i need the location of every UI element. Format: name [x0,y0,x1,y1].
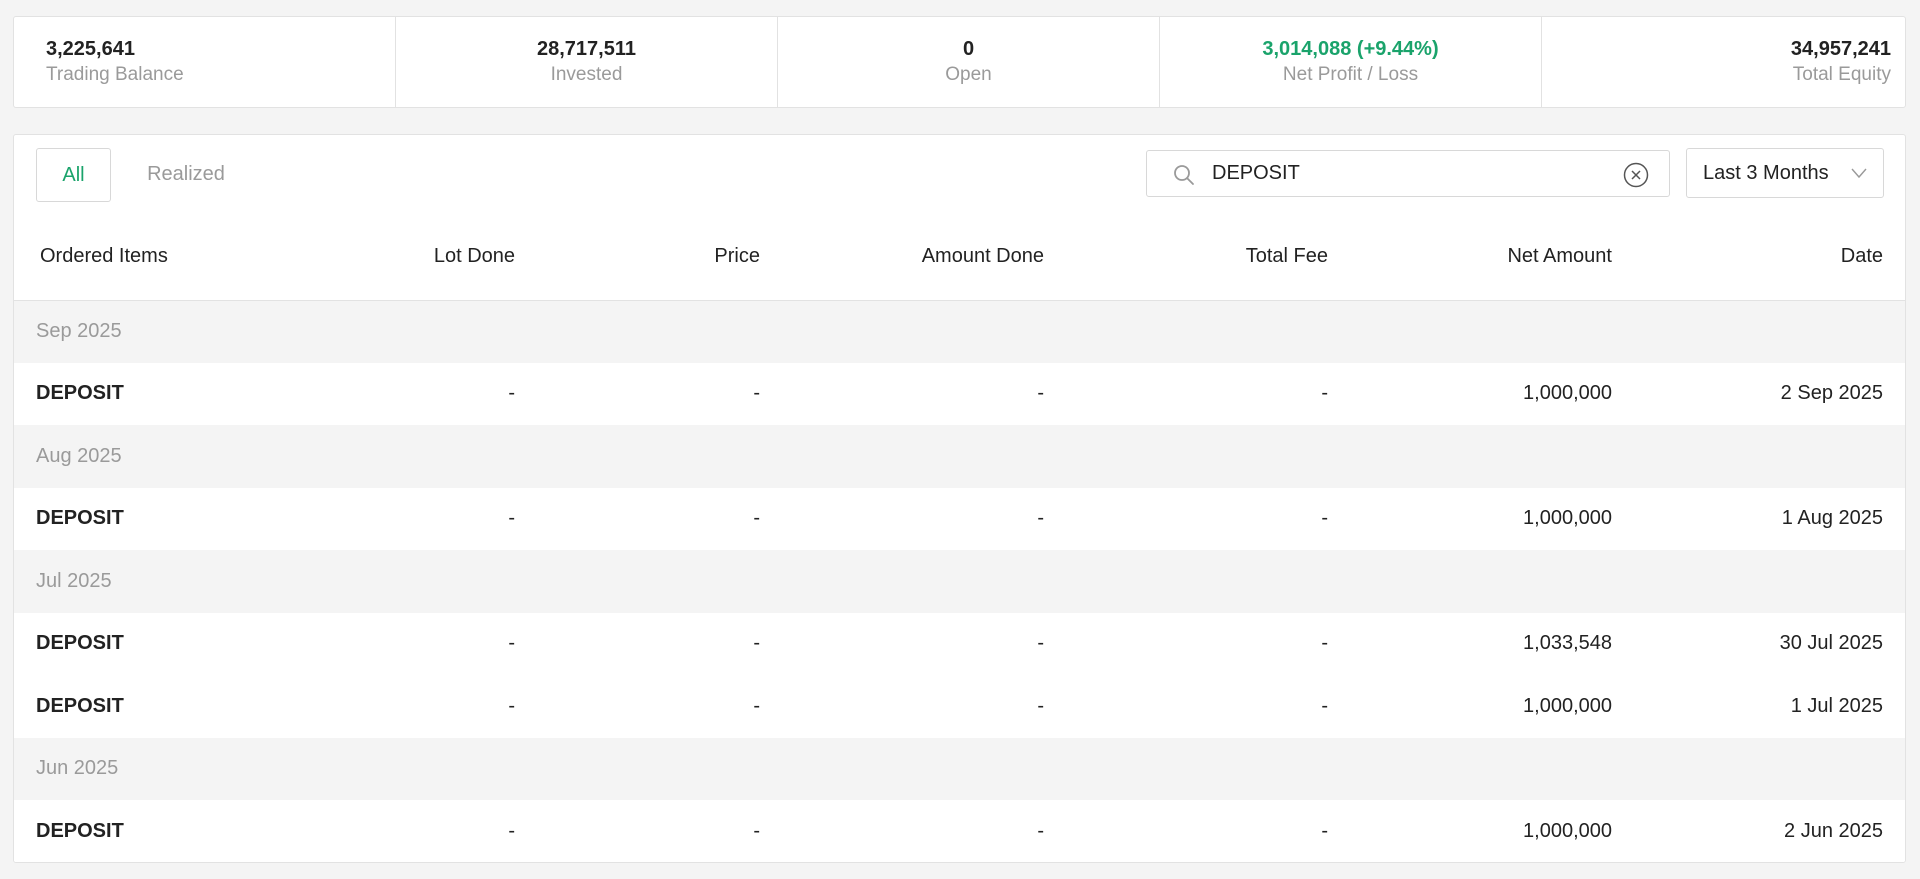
filter-toolbar: All Realized Last 3 Months [14,135,1905,213]
column-header-net-amount[interactable]: Net Amount [1352,213,1636,301]
amount-done-cell: - [784,612,1068,675]
total-equity-stat: 34,957,241 Total Equity [1542,17,1905,107]
invested-value: 28,717,511 [537,38,636,60]
price-cell: - [539,362,784,425]
lot-done-cell: - [239,800,539,862]
column-header-lot-done[interactable]: Lot Done [239,213,539,301]
month-label: Sep 2025 [14,300,1905,363]
date-cell: 30 Jul 2025 [1636,612,1905,675]
net-amount-cell: 1,000,000 [1352,675,1636,738]
month-group-header: Jul 2025 [14,550,1905,613]
open-value: 0 [962,38,975,60]
lot-done-cell: - [239,675,539,738]
open-label: Open [945,64,992,85]
search-box[interactable] [1146,150,1670,197]
amount-done-cell: - [784,800,1068,862]
table-row[interactable]: DEPOSIT - - - - 1,000,000 2 Sep 2025 [14,362,1905,425]
date-cell: 2 Sep 2025 [1636,362,1905,425]
table-row[interactable]: DEPOSIT - - - - 1,000,000 1 Jul 2025 [14,675,1905,738]
trading-balance-label: Trading Balance [46,64,184,85]
month-group-header: Sep 2025 [14,300,1905,363]
date-cell: 2 Jun 2025 [1636,800,1905,862]
column-header-date[interactable]: Date [1636,213,1905,301]
price-cell: - [539,800,784,862]
column-header-price[interactable]: Price [539,213,784,301]
lot-done-cell: - [239,612,539,675]
period-dropdown[interactable]: Last 3 Months [1686,148,1884,198]
price-cell: - [539,612,784,675]
net-amount-cell: 1,000,000 [1352,362,1636,425]
net-profit-loss-label: Net Profit / Loss [1282,64,1419,85]
total-fee-cell: - [1068,612,1352,675]
total-fee-cell: - [1068,487,1352,550]
net-amount-cell: 1,033,548 [1352,612,1636,675]
column-header-amount-done[interactable]: Amount Done [784,213,1068,301]
date-cell: 1 Jul 2025 [1636,675,1905,738]
month-group-header: Jun 2025 [14,737,1905,800]
net-profit-loss-stat: 3,014,088 (+9.44%) Net Profit / Loss [1160,17,1542,107]
amount-done-cell: - [784,487,1068,550]
total-equity-value: 34,957,241 [1790,38,1891,60]
search-icon [1174,165,1194,185]
invested-label: Invested [550,64,623,85]
price-cell: - [539,675,784,738]
amount-done-cell: - [784,362,1068,425]
lot-done-cell: - [239,487,539,550]
clear-icon[interactable] [1623,162,1649,188]
portfolio-summary: 3,225,641 Trading Balance 28,717,511 Inv… [13,16,1906,108]
tab-all[interactable]: All [36,148,111,202]
trading-balance-stat: 3,225,641 Trading Balance [14,17,396,107]
column-header-ordered-items[interactable]: Ordered Items [14,213,239,301]
table-header-row: Ordered Items Lot Done Price Amount Done… [14,213,1905,301]
ordered-item-link[interactable]: DEPOSIT [14,362,239,425]
ordered-item-link[interactable]: DEPOSIT [14,612,239,675]
net-profit-loss-value: 3,014,088 (+9.44%) [1262,38,1439,60]
price-cell: - [539,487,784,550]
month-label: Aug 2025 [14,425,1905,488]
table-row[interactable]: DEPOSIT - - - - 1,033,548 30 Jul 2025 [14,612,1905,675]
lot-done-cell: - [239,362,539,425]
tab-realized[interactable]: Realized [136,148,236,202]
net-amount-cell: 1,000,000 [1352,487,1636,550]
table-row[interactable]: DEPOSIT - - - - 1,000,000 1 Aug 2025 [14,487,1905,550]
month-label: Jul 2025 [14,550,1905,613]
total-fee-cell: - [1068,800,1352,862]
chevron-down-icon [1851,168,1867,179]
amount-done-cell: - [784,675,1068,738]
search-input[interactable] [1212,151,1612,196]
month-group-header: Aug 2025 [14,425,1905,488]
ordered-item-link[interactable]: DEPOSIT [14,487,239,550]
invested-stat: 28,717,511 Invested [396,17,778,107]
trading-balance-value: 3,225,641 [46,38,135,60]
total-fee-cell: - [1068,675,1352,738]
month-label: Jun 2025 [14,737,1905,800]
orders-table: Ordered Items Lot Done Price Amount Done… [14,213,1905,862]
open-stat: 0 Open [778,17,1160,107]
ordered-item-link[interactable]: DEPOSIT [14,675,239,738]
order-history-panel: All Realized Last 3 Months [13,134,1906,863]
period-dropdown-label: Last 3 Months [1703,162,1829,184]
table-row[interactable]: DEPOSIT - - - - 1,000,000 2 Jun 2025 [14,800,1905,862]
date-cell: 1 Aug 2025 [1636,487,1905,550]
net-amount-cell: 1,000,000 [1352,800,1636,862]
ordered-item-link[interactable]: DEPOSIT [14,800,239,862]
total-fee-cell: - [1068,362,1352,425]
total-equity-label: Total Equity [1792,64,1891,85]
column-header-total-fee[interactable]: Total Fee [1068,213,1352,301]
